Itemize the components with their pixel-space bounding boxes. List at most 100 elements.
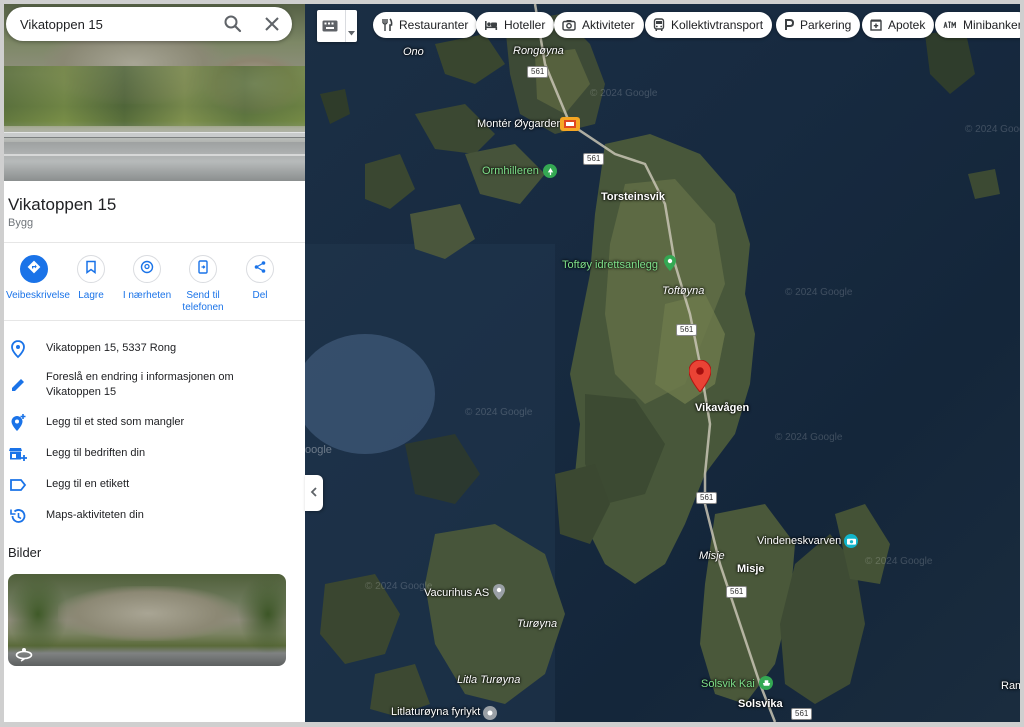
camera-icon [562, 20, 576, 31]
map-label-vacurihus[interactable]: Vacurihus AS [424, 587, 489, 599]
park-icon[interactable] [543, 164, 557, 178]
green-pin-icon[interactable] [664, 255, 676, 271]
lighthouse-icon[interactable] [483, 706, 497, 720]
add-label-row[interactable]: Legg til en etikett [4, 473, 305, 495]
search-box[interactable] [6, 7, 292, 41]
road-shield: 561 [676, 324, 698, 336]
bus-icon [653, 18, 665, 31]
pencil-icon [8, 375, 28, 395]
chip-label: Parkering [800, 18, 852, 32]
pharmacy-icon [870, 19, 882, 31]
map-label-misje[interactable]: Misje [737, 563, 765, 575]
close-icon[interactable] [262, 14, 282, 34]
place-title: Vikatoppen 15 [8, 195, 117, 214]
chip-activities[interactable]: Aktiviteter [554, 12, 644, 38]
map-canvas[interactable]: © 2024 Google © 2024 Google © 2024 Googl… [305, 4, 1020, 722]
location-pin-icon[interactable] [688, 359, 712, 393]
chip-atms[interactable]: Minibanker [935, 12, 1020, 38]
map-label-toftoy-idrett[interactable]: Toftøy idrettsanlegg [562, 259, 658, 271]
map-watermark: © 2024 Google [365, 581, 433, 592]
share-label: Del [252, 290, 268, 301]
chip-hotels[interactable]: Hoteller [476, 12, 555, 38]
map-label-turoyna[interactable]: Turøyna [517, 618, 557, 630]
place-category[interactable]: Bygg [8, 217, 33, 229]
map-label-vindeneskvarven[interactable]: Vindeneskvarven [757, 535, 841, 547]
save-label: Lagre [78, 290, 104, 301]
map-label-rongoyna[interactable]: Rongøyna [513, 45, 564, 57]
chip-pharmacy[interactable]: Apotek [862, 12, 935, 38]
map-label-solsvika[interactable]: Solsvika [738, 698, 783, 710]
bookmark-icon [85, 260, 97, 279]
add-place-icon [8, 413, 28, 433]
map-label-toftoyna[interactable]: Toftøyna [662, 285, 704, 297]
send-to-phone-button[interactable]: Send til telefonen [175, 255, 231, 314]
chip-label: Aktiviteter [582, 18, 635, 32]
map-label-solsvik-kai[interactable]: Solsvik Kai [701, 678, 755, 690]
send-to-phone-label: Send til telefonen [182, 290, 224, 313]
phone-icon [197, 259, 209, 279]
history-icon [8, 506, 28, 526]
search-input[interactable] [20, 15, 210, 33]
nearby-icon [140, 260, 154, 279]
label-icon [8, 475, 28, 495]
hotel-icon [485, 21, 498, 30]
chip-parking[interactable]: Parkering [776, 12, 861, 38]
chip-label: Hoteller [504, 18, 546, 32]
store-icon[interactable] [560, 117, 580, 131]
map-label-monter[interactable]: Montér Øygarden [477, 118, 563, 130]
road-shield: 561 [527, 66, 549, 78]
parking-icon [785, 19, 794, 30]
directions-button[interactable]: Veibeskrivelse [6, 255, 70, 302]
search-icon[interactable] [223, 14, 243, 34]
input-tools-button[interactable] [317, 10, 357, 42]
map-label-ormhilleren[interactable]: Ormhilleren [482, 165, 539, 177]
collapse-panel-button[interactable] [305, 475, 323, 511]
add-missing-place-text: Legg til et sted som mangler [46, 416, 185, 428]
map-label-misje-island[interactable]: Misje [699, 550, 725, 562]
map-label-vikavagen[interactable]: Vikavågen [695, 402, 749, 414]
save-button[interactable]: Lagre [63, 255, 119, 302]
address-row[interactable]: Vikatoppen 15, 5337 Rong [4, 337, 305, 359]
restaurant-icon [382, 18, 393, 31]
maps-activity-row[interactable]: Maps-aktiviteten din [4, 504, 305, 526]
photos-heading: Bilder [8, 545, 42, 560]
camera-poi-icon[interactable] [844, 534, 858, 548]
dropdown-caret-icon[interactable] [348, 23, 355, 41]
map-label-torsteinsvik[interactable]: Torsteinsvik [601, 191, 665, 203]
map-watermark: © 2024 Google [785, 287, 853, 298]
map-label-ono[interactable]: Ono [403, 46, 424, 58]
chip-label: Minibanker [963, 18, 1020, 32]
suggest-edit-row[interactable]: Foreslå en endring i informasjonen om Vi… [4, 367, 305, 401]
place-panel: Vikatoppen 15 Bygg Veibeskrivelse Lagre … [4, 4, 305, 722]
road-shield: 561 [696, 492, 718, 504]
chip-public-transport[interactable]: Kollektivtransport [645, 12, 773, 38]
chip-label: Kollektivtransport [671, 18, 764, 32]
keyboard-icon [322, 19, 338, 37]
add-missing-place-row[interactable]: Legg til et sted som mangler [4, 411, 305, 433]
map-watermark: © 2024 Google [775, 432, 843, 443]
divider [4, 320, 305, 321]
photo-thumbnail[interactable] [8, 574, 286, 666]
add-business-row[interactable]: Legg til bedriften din [4, 442, 305, 464]
share-button[interactable]: Del [232, 255, 288, 302]
divider [4, 242, 305, 243]
road-shield: 561 [726, 586, 748, 598]
suggest-edit-text: Foreslå en endring i informasjonen om Vi… [46, 371, 234, 398]
satellite-terrain [305, 4, 1000, 722]
map-label-ram[interactable]: Ram [1001, 680, 1020, 692]
nearby-label: I nærheten [122, 290, 172, 301]
nearby-button[interactable]: I nærheten [119, 255, 175, 302]
grey-pin-icon[interactable] [493, 584, 505, 600]
map-label-litlaturoyna-fyrlykt[interactable]: Litlaturøyna fyrlykt [391, 706, 480, 718]
directions-label: Veibeskrivelse [6, 290, 70, 301]
road-shield: 561 [791, 708, 813, 720]
share-icon [253, 260, 267, 279]
map-label-litla-turoyna[interactable]: Litla Turøyna [457, 674, 520, 686]
add-label-text: Legg til en etikett [46, 478, 130, 490]
ferry-icon[interactable] [759, 676, 773, 690]
add-business-icon [8, 444, 28, 464]
location-pin-icon [8, 339, 28, 359]
chip-label: Apotek [888, 18, 926, 32]
road-shield: 561 [583, 153, 605, 165]
chip-restaurants[interactable]: Restauranter [373, 12, 478, 38]
